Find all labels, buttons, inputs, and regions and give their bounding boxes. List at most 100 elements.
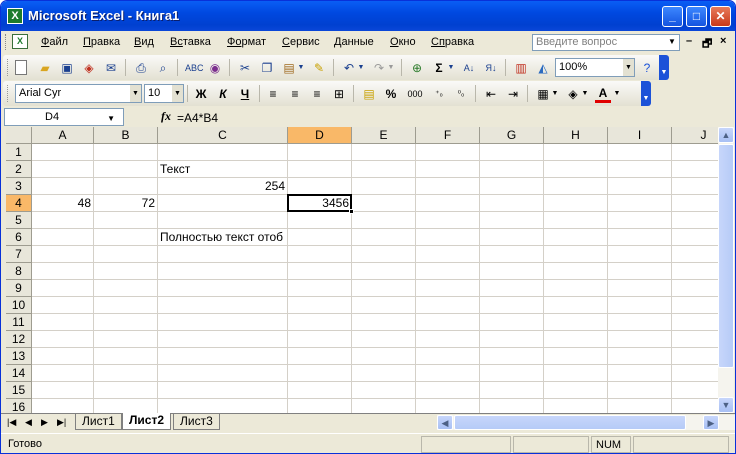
menu-data[interactable]: Данные (334, 36, 374, 48)
align-right-icon[interactable]: ≡ (309, 86, 325, 102)
align-center-icon[interactable]: ≡ (287, 86, 303, 102)
row-header[interactable]: 6 (6, 229, 32, 246)
redo-dropdown-icon[interactable]: ▼ (387, 60, 395, 76)
insert-function-icon[interactable]: fx (161, 109, 171, 124)
paste-icon[interactable]: ▤ (281, 60, 297, 76)
horizontal-scroll-thumb[interactable] (454, 415, 686, 430)
next-sheet-icon[interactable]: ▶ (41, 417, 48, 428)
zoom-dropdown-icon[interactable]: ▼ (623, 59, 634, 76)
vertical-scroll-thumb[interactable] (718, 144, 734, 368)
print-preview-icon[interactable]: ⌕ (155, 60, 171, 76)
help-question-input[interactable]: Введите вопрос (532, 34, 680, 51)
underline-button[interactable]: Ч (237, 86, 253, 102)
row-header[interactable]: 9 (6, 280, 32, 297)
row-header[interactable]: 13 (6, 348, 32, 365)
toolbar-grip[interactable] (7, 85, 10, 102)
sort-descending-icon[interactable]: Я↓ (483, 60, 499, 76)
zoom-select[interactable]: 100% ▼ (555, 58, 635, 77)
formula-input[interactable]: =A4*B4 (177, 111, 218, 125)
font-size-select[interactable]: 10 ▼ (144, 84, 184, 103)
align-left-icon[interactable]: ≡ (265, 86, 281, 102)
menu-tools[interactable]: Сервис (282, 36, 320, 48)
font-color-dropdown-icon[interactable]: ▼ (613, 86, 621, 102)
row-header[interactable]: 15 (6, 382, 32, 399)
menu-grip[interactable] (5, 34, 8, 50)
email-icon[interactable]: ✉ (103, 60, 119, 76)
drawing-icon[interactable]: ◭ (535, 60, 551, 76)
help-icon[interactable]: ? (639, 60, 655, 76)
workbook-close-button[interactable]: × (720, 35, 726, 47)
scroll-up-icon[interactable]: ▲ (718, 127, 734, 143)
row-header[interactable]: 10 (6, 297, 32, 314)
thousands-button[interactable]: 000 (405, 86, 425, 102)
maximize-button[interactable]: □ (686, 6, 707, 27)
new-icon[interactable] (15, 60, 27, 75)
menu-format[interactable]: Формат (227, 36, 266, 48)
font-name-select[interactable]: Arial Cyr ▼ (15, 84, 142, 103)
copy-icon[interactable]: ❐ (259, 60, 275, 76)
scroll-down-icon[interactable]: ▼ (718, 397, 734, 413)
cut-icon[interactable]: ✂ (237, 60, 253, 76)
autosum-dropdown-icon[interactable]: ▼ (447, 60, 455, 76)
print-icon[interactable]: ⎙ (133, 60, 149, 76)
name-box-dropdown-icon[interactable]: ▼ (107, 114, 115, 123)
column-header[interactable]: B (94, 127, 158, 144)
column-header[interactable]: D (288, 127, 352, 144)
toolbar-options-icon[interactable]: ▼ (641, 81, 651, 106)
font-dropdown-icon[interactable]: ▼ (130, 85, 141, 102)
name-box[interactable]: D4 ▼ (4, 108, 124, 126)
column-header[interactable]: J (672, 127, 718, 144)
document-icon[interactable]: X (12, 34, 28, 49)
worksheet-grid[interactable]: A B C D E F G H I J 1 2 3 4 5 6 7 8 9 10 11 12 13 14 15 16 Текст 25… (6, 127, 718, 413)
help-dropdown-icon[interactable]: ▼ (668, 37, 676, 46)
save-icon[interactable]: ▣ (59, 60, 75, 76)
increase-indent-icon[interactable]: ⇥ (505, 86, 521, 102)
size-dropdown-icon[interactable]: ▼ (172, 85, 183, 102)
cell-c2[interactable]: Текст (158, 161, 288, 178)
decrease-indent-icon[interactable]: ⇤ (483, 86, 499, 102)
fill-color-icon[interactable]: ◈ (565, 86, 581, 102)
cell-c3[interactable]: 254 (158, 178, 287, 195)
scroll-left-icon[interactable]: ◀ (437, 415, 453, 430)
title-bar[interactable]: X Microsoft Excel - Книга1 _ □ ✕ (1, 1, 735, 31)
redo-icon[interactable]: ↷ (371, 60, 387, 76)
undo-icon[interactable]: ↶ (341, 60, 357, 76)
select-all-corner[interactable] (6, 127, 32, 144)
column-header[interactable]: C (158, 127, 288, 144)
research-icon[interactable]: ◉ (207, 60, 223, 76)
merge-center-icon[interactable]: ⊞ (331, 86, 347, 102)
undo-dropdown-icon[interactable]: ▼ (357, 60, 365, 76)
bold-button[interactable]: Ж (193, 86, 209, 102)
row-header[interactable]: 5 (6, 212, 32, 229)
autosum-icon[interactable]: Σ (431, 60, 447, 76)
hyperlink-icon[interactable]: ⊕ (409, 60, 425, 76)
increase-decimal-icon[interactable]: ⁺₀ (431, 86, 447, 102)
column-header[interactable]: G (480, 127, 544, 144)
active-cell-border[interactable] (287, 194, 352, 212)
borders-dropdown-icon[interactable]: ▼ (551, 86, 559, 102)
prev-sheet-icon[interactable]: ◀ (25, 417, 32, 428)
menu-window[interactable]: Окно (390, 36, 416, 48)
open-icon[interactable]: ▰ (37, 60, 53, 76)
sheet-tab[interactable]: Лист1 (75, 414, 122, 430)
cell-b4[interactable]: 72 (94, 195, 157, 212)
row-header[interactable]: 16 (6, 399, 32, 413)
row-header[interactable]: 12 (6, 331, 32, 348)
first-sheet-icon[interactable]: |◀ (7, 417, 16, 428)
column-header[interactable]: E (352, 127, 416, 144)
close-button[interactable]: ✕ (710, 6, 731, 27)
menu-edit[interactable]: Правка (83, 36, 120, 48)
row-header[interactable]: 3 (6, 178, 32, 195)
chart-wizard-icon[interactable]: ▥ (513, 60, 529, 76)
toolbar-options-icon[interactable]: ▼ (659, 55, 669, 80)
scroll-right-icon[interactable]: ▶ (703, 415, 719, 430)
cell-a4[interactable]: 48 (32, 195, 93, 212)
row-header[interactable]: 11 (6, 314, 32, 331)
borders-icon[interactable]: ▦ (535, 86, 551, 102)
sort-ascending-icon[interactable]: A↓ (461, 60, 477, 76)
fill-handle[interactable] (349, 209, 354, 214)
percent-button[interactable]: % (383, 86, 399, 102)
row-header[interactable]: 8 (6, 263, 32, 280)
vertical-scrollbar[interactable]: ▲ ▼ (718, 127, 734, 413)
row-header[interactable]: 7 (6, 246, 32, 263)
